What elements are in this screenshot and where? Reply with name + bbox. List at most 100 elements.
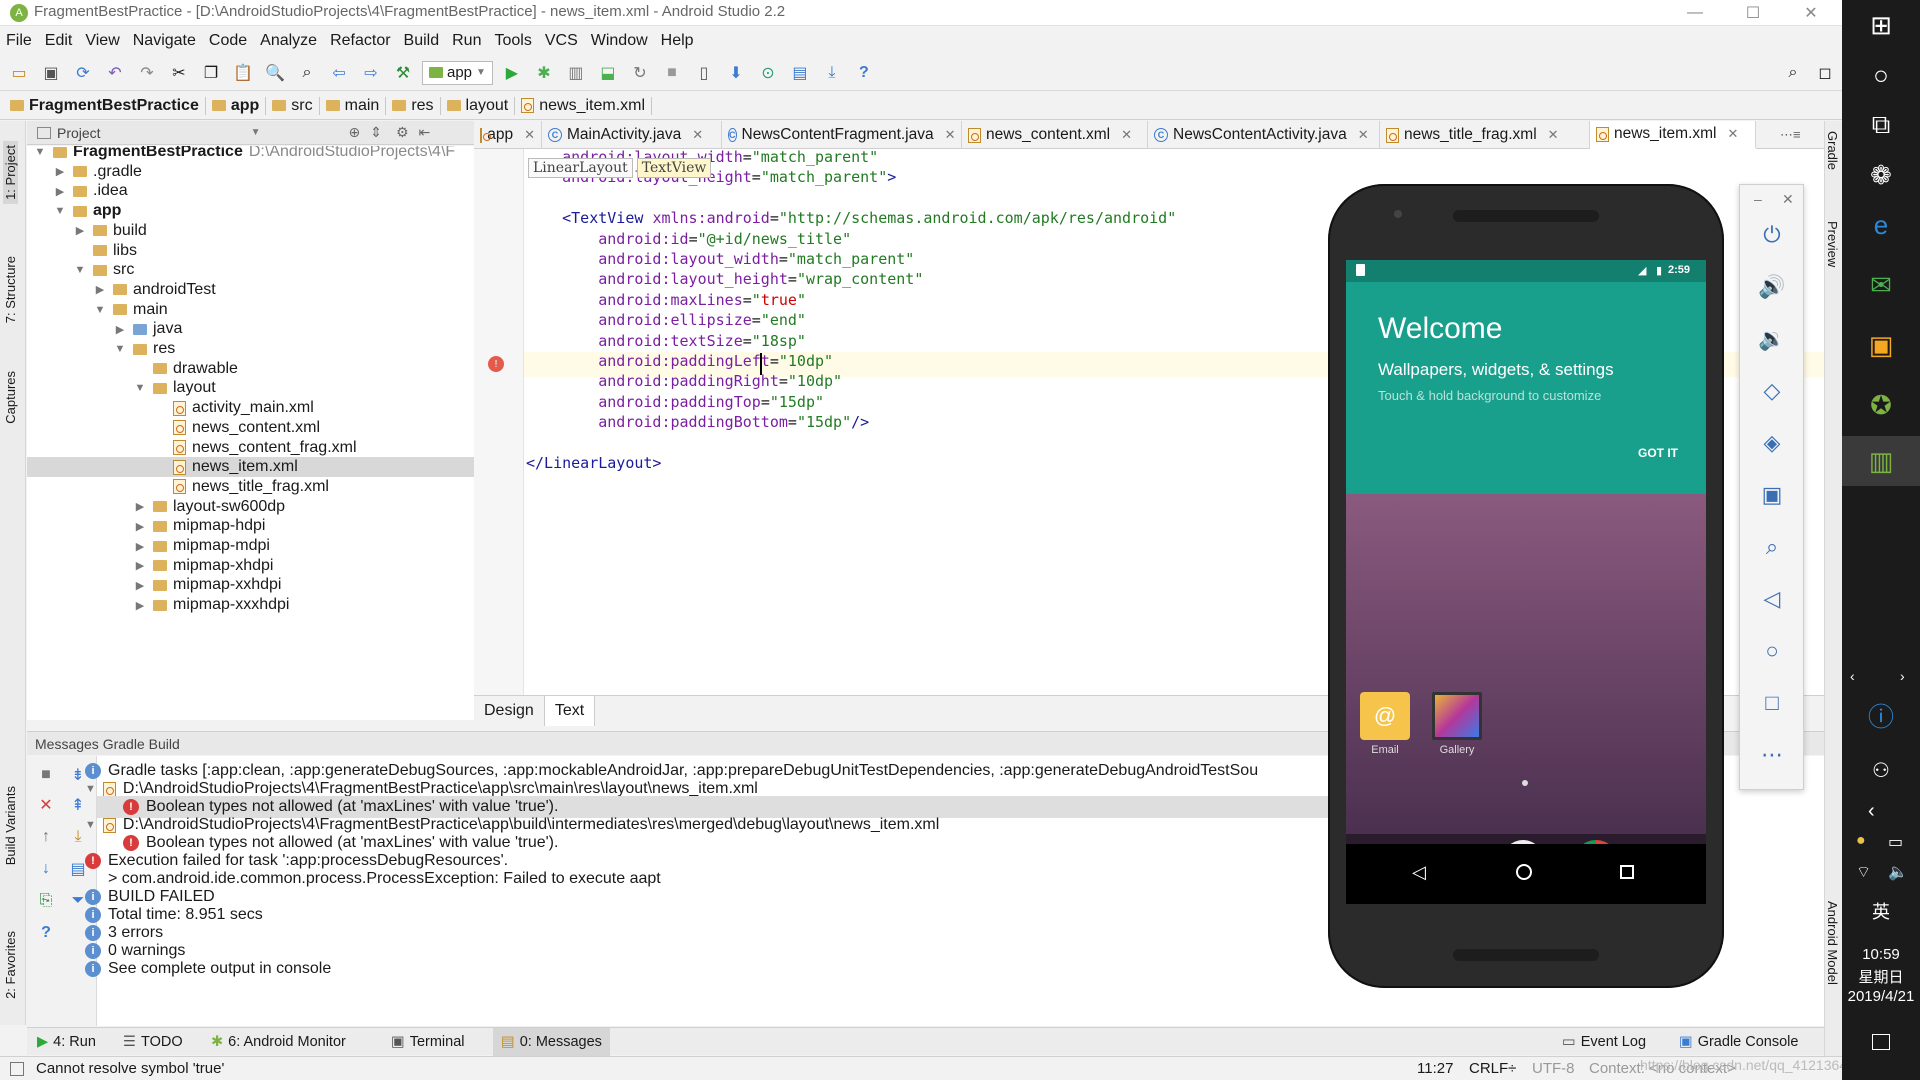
expand-arrow-icon[interactable]: ▶ xyxy=(93,283,107,296)
tree-item[interactable]: news_item.xml xyxy=(27,457,474,478)
more-options-icon[interactable]: ⋯ xyxy=(1756,739,1788,771)
rotate-right-icon[interactable]: ◈ xyxy=(1756,427,1788,459)
expand-arrow-icon[interactable]: ▶ xyxy=(133,500,147,513)
close-tab-icon[interactable]: ✕ xyxy=(1358,127,1369,143)
caret-position[interactable]: 11:27 xyxy=(1417,1060,1453,1077)
wechat-icon[interactable]: ✉ xyxy=(1842,260,1920,310)
expand-arrow-icon[interactable]: ▶ xyxy=(133,559,147,572)
cut-icon[interactable]: ✂ xyxy=(166,60,192,86)
expand-arrow-icon[interactable]: ▶ xyxy=(73,224,87,237)
menu-vcs[interactable]: VCS xyxy=(545,32,578,50)
debug-icon[interactable]: ✱ xyxy=(531,60,557,86)
tree-item[interactable]: ▶ mipmap-hdpi xyxy=(27,516,474,536)
breadcrumb-item[interactable]: res xyxy=(392,96,441,115)
editor-tab-newscontentactivity-java[interactable]: C NewsContentActivity.java ✕ xyxy=(1148,121,1380,149)
project-structure-icon[interactable]: ▤ xyxy=(787,60,813,86)
menu-refactor[interactable]: Refactor xyxy=(330,32,390,50)
expand-arrow-icon[interactable]: ▼ xyxy=(113,343,127,355)
build-variants-tool-tab[interactable]: Build Variants xyxy=(3,786,18,865)
copy-icon[interactable]: ❐ xyxy=(198,60,224,86)
tree-item[interactable]: ▶ build xyxy=(27,221,474,241)
hide-panel-icon[interactable]: ⇤ xyxy=(419,124,431,141)
stop-icon[interactable]: ■ xyxy=(659,60,685,86)
taskbar-clock[interactable]: 10:59 xyxy=(1842,946,1920,963)
close-icon[interactable]: ✕ xyxy=(33,792,59,818)
help-circle-icon[interactable]: ⓘ xyxy=(1842,690,1920,740)
menu-window[interactable]: Window xyxy=(591,32,648,50)
tree-item[interactable]: libs xyxy=(27,241,474,261)
avd-manager-icon[interactable]: ▯ xyxy=(691,60,717,86)
tree-item[interactable]: ▶ layout-sw600dp xyxy=(27,497,474,517)
close-tab-icon[interactable]: ✕ xyxy=(1728,126,1739,142)
arrow-down-icon[interactable]: ↓ xyxy=(33,856,59,882)
zoom-icon[interactable]: ⌕ xyxy=(1756,531,1788,563)
menu-run[interactable]: Run xyxy=(452,32,481,50)
tab-design[interactable]: Design xyxy=(474,695,545,726)
tree-item[interactable]: ▶ androidTest xyxy=(27,280,474,300)
project-tool-tab[interactable]: 1: Project xyxy=(3,141,18,204)
file-encoding[interactable]: UTF-8 xyxy=(1532,1060,1575,1077)
close-button[interactable]: ✕ xyxy=(1784,0,1838,26)
back-icon[interactable]: ⇦ xyxy=(326,60,352,86)
breadcrumb-item[interactable]: FragmentBestPractice xyxy=(10,96,206,115)
profile-icon[interactable]: ▥ xyxy=(563,60,589,86)
editor-tab-mainactivity-java[interactable]: C MainActivity.java ✕ xyxy=(542,121,722,149)
chevron-down-icon[interactable]: ▼ xyxy=(251,127,261,138)
tree-item[interactable]: ▶ java xyxy=(27,319,474,339)
volume-icon[interactable]: 🔈 xyxy=(1888,862,1908,882)
back-icon[interactable]: ◁ xyxy=(1756,583,1788,615)
sync-icon[interactable]: ⟳ xyxy=(70,60,96,86)
menu-analyze[interactable]: Analyze xyxy=(260,32,317,50)
tree-item[interactable]: activity_main.xml xyxy=(27,398,474,418)
user-icon[interactable]: ◻ xyxy=(1812,60,1838,86)
xml-breadcrumb-textview[interactable]: TextView xyxy=(636,158,712,178)
menu-edit[interactable]: Edit xyxy=(45,32,73,50)
breadcrumb-item[interactable]: src xyxy=(272,96,320,115)
tree-item[interactable]: ▼ src xyxy=(27,260,474,280)
breadcrumb-item[interactable]: news_item.xml xyxy=(521,96,653,115)
pinned-app-icon[interactable]: ❁ xyxy=(1842,150,1920,200)
replace-icon[interactable]: ⌕ xyxy=(294,60,320,86)
menu-tools[interactable]: Tools xyxy=(494,32,531,50)
menu-view[interactable]: View xyxy=(85,32,119,50)
make-project-icon[interactable]: ⚒ xyxy=(390,60,416,86)
tree-item[interactable]: ▶ mipmap-xxxhdpi xyxy=(27,595,474,615)
tree-item[interactable]: ▶ .idea xyxy=(27,181,474,201)
terminal-tool-button[interactable]: ▣ Terminal xyxy=(391,1028,465,1056)
screenshot-camera-icon[interactable]: ▣ xyxy=(1756,479,1788,511)
tree-item[interactable]: ▼ res xyxy=(27,339,474,359)
find-icon[interactable]: 🔍 xyxy=(262,60,288,86)
tree-item[interactable]: ▶ .gradle xyxy=(27,162,474,182)
undo-icon[interactable]: ↶ xyxy=(102,60,128,86)
help-icon[interactable]: ? xyxy=(851,60,877,86)
got-it-button[interactable]: GOT IT xyxy=(1638,446,1678,460)
show-hidden-icons-icon[interactable]: ‹ xyxy=(1868,800,1875,823)
breadcrumb-item[interactable]: app xyxy=(211,96,267,115)
editor-tab-newscontentfragment-java[interactable]: C NewsContentFragment.java ✕ xyxy=(722,121,962,149)
code-line[interactable]: </LinearLayout> xyxy=(526,451,661,476)
run-icon[interactable]: ▶ xyxy=(499,60,525,86)
sdk-manager-icon[interactable]: ⬇ xyxy=(723,60,749,86)
collapse-all-icon[interactable]: ⇕ xyxy=(370,124,382,141)
attach-debugger-icon[interactable]: ⬓ xyxy=(595,60,621,86)
menu-navigate[interactable]: Navigate xyxy=(133,32,196,50)
editor-tab-news-title-frag-xml[interactable]: news_title_frag.xml ✕ xyxy=(1380,121,1590,149)
breadcrumb-item[interactable]: main xyxy=(325,96,387,115)
tree-item[interactable]: ▶ mipmap-xhdpi xyxy=(27,556,474,576)
volume-down-icon[interactable]: 🔉 xyxy=(1756,323,1788,355)
expand-arrow-icon[interactable]: ▶ xyxy=(133,540,147,553)
structure-tool-tab[interactable]: 7: Structure xyxy=(3,256,18,323)
error-bulb-icon[interactable]: ! xyxy=(488,356,504,372)
gradle-sync-icon[interactable]: ⊙ xyxy=(755,60,781,86)
editor-tab-news-item-xml[interactable]: news_item.xml ✕ xyxy=(1590,121,1756,149)
tree-item[interactable]: drawable xyxy=(27,359,474,379)
stop-icon[interactable]: ■ xyxy=(33,762,59,788)
emulator-close-button[interactable]: ✕ xyxy=(1782,191,1794,208)
emulator-taskbar-icon[interactable]: ▥ xyxy=(1842,436,1920,486)
tree-item[interactable]: ▼ main xyxy=(27,300,474,320)
home-nav-icon[interactable] xyxy=(1516,864,1532,880)
tree-item[interactable]: ▶ mipmap-xxhdpi xyxy=(27,575,474,595)
messages-tool-button[interactable]: ▤ 0: Messages xyxy=(493,1028,610,1056)
edge-browser-icon[interactable]: e xyxy=(1842,200,1920,250)
todo-tool-button[interactable]: ☰ TODO xyxy=(123,1028,183,1056)
